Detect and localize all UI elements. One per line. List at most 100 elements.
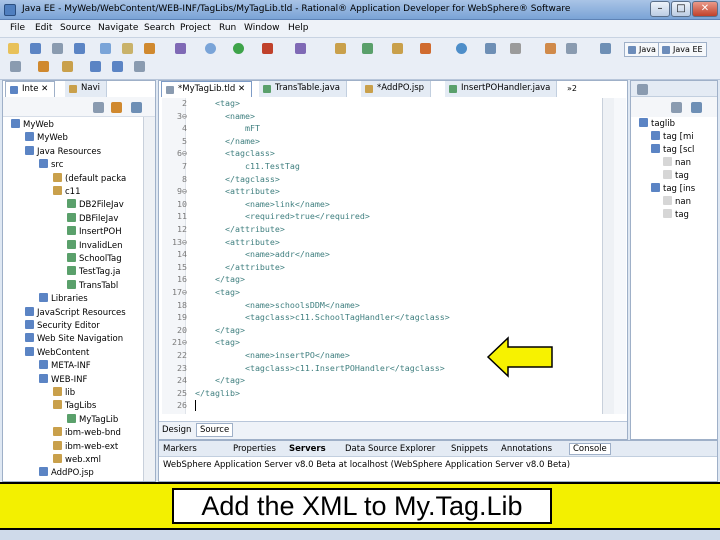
explorer-tree-item[interactable]: DBFileJav <box>67 212 118 226</box>
code-line[interactable]: 19 <tagclass>c11.SchoolTagHandler</tagcl… <box>163 311 613 324</box>
tab-data-source-explorer[interactable]: Data Source Explorer <box>345 444 435 454</box>
explorer-tree-item[interactable]: MyWeb <box>11 119 54 132</box>
tab-navigator[interactable]: Navi <box>65 81 107 97</box>
explorer-scrollbar[interactable] <box>143 117 155 481</box>
code-line[interactable]: 20 </tag> <box>163 324 613 337</box>
perspective-java[interactable]: Java <box>624 42 660 57</box>
code-line[interactable]: 13⊖ <attribute> <box>163 236 613 249</box>
tab-servers[interactable]: Servers <box>289 444 326 454</box>
outline-tree-item[interactable]: tag <box>663 209 689 222</box>
explorer-tree-item[interactable]: Web Site Navigation <box>25 333 123 346</box>
code-line[interactable]: 16 </tag> <box>163 273 613 286</box>
print-icon[interactable] <box>52 43 63 54</box>
menu-file[interactable]: File <box>10 23 25 33</box>
explorer-tree-item[interactable]: AddPO.jsp <box>39 467 94 480</box>
code-line[interactable]: 3⊖ <name> <box>163 110 613 123</box>
back-icon[interactable] <box>566 43 577 54</box>
code-line[interactable]: 11 <required>true</required> <box>163 210 613 223</box>
search-tool-icon[interactable] <box>420 43 431 54</box>
explorer-tree-item[interactable]: web.xml <box>53 454 101 467</box>
explorer-tree-item[interactable]: Libraries <box>39 293 88 306</box>
explorer-tree-item[interactable]: MyTagLib <box>67 413 118 427</box>
tab-transtable-java[interactable]: TransTable.java <box>259 81 347 97</box>
tab-annotations[interactable]: Annotations <box>501 444 552 454</box>
debug-server-icon[interactable] <box>100 43 111 54</box>
build-icon[interactable] <box>144 43 155 54</box>
code-line[interactable]: 25 </taglib> <box>163 387 613 400</box>
menu-navigate[interactable]: Navigate <box>98 23 138 33</box>
close-button[interactable]: ✕ <box>692 1 718 17</box>
explorer-tree-item[interactable]: TagLibs <box>53 400 96 413</box>
code-line[interactable]: 6⊖ <tagclass> <box>163 147 613 160</box>
new-class-icon[interactable] <box>362 43 373 54</box>
new-java-project-icon[interactable] <box>295 43 306 54</box>
tab-markers[interactable]: Markers <box>163 444 197 454</box>
open-perspective-icon[interactable] <box>600 43 611 54</box>
code-line[interactable]: 5 </name> <box>163 135 613 148</box>
new-icon[interactable] <box>8 43 19 54</box>
menu-source[interactable]: Source <box>60 23 91 33</box>
maximize-button[interactable]: □ <box>671 1 691 17</box>
code-line[interactable]: 7 c11.TestTag <box>163 160 613 173</box>
menu-help[interactable]: Help <box>288 23 309 33</box>
run-icon[interactable] <box>233 43 244 54</box>
outline-menu-icon[interactable] <box>691 102 702 113</box>
annotation-icon[interactable] <box>38 61 49 72</box>
explorer-tree-item[interactable]: DB2FileJav <box>67 199 124 212</box>
explorer-tree-item[interactable]: WEB-INF <box>39 373 87 387</box>
tab-console[interactable]: Console <box>569 443 611 455</box>
explorer-tree-item[interactable]: (default packa <box>53 172 126 186</box>
tab-design[interactable]: Design <box>162 425 191 435</box>
outline-tree-item[interactable]: tag <box>663 170 689 183</box>
explorer-tree-item[interactable]: META-INF <box>39 360 91 373</box>
code-line[interactable]: 12 </attribute> <box>163 223 613 236</box>
outline-tree-item[interactable]: nan <box>663 157 691 170</box>
nav-back-icon[interactable] <box>90 61 101 72</box>
grid-icon[interactable] <box>510 43 521 54</box>
collapse-all-icon[interactable] <box>93 102 104 113</box>
explorer-tree-item[interactable]: MyWeb <box>25 132 68 145</box>
server-icon[interactable] <box>74 43 85 54</box>
menu-run[interactable]: Run <box>219 23 236 33</box>
explorer-tree-item[interactable]: c11 <box>53 186 81 199</box>
outline-tree-item[interactable]: tag [ins <box>651 183 695 196</box>
last-edit-icon[interactable] <box>62 61 73 72</box>
explorer-tree-item[interactable]: InvalidLen <box>67 239 122 253</box>
save-icon[interactable] <box>30 43 41 54</box>
web-browser-icon[interactable] <box>456 43 467 54</box>
tab-insertpohandler-java[interactable]: InsertPOHandler.java <box>445 81 558 97</box>
minimize-button[interactable]: – <box>650 1 670 17</box>
explorer-tree-item[interactable]: TransTabl <box>67 279 118 293</box>
outline-tree-item[interactable]: tag [scl <box>651 144 694 157</box>
link-editor-icon[interactable] <box>111 102 122 113</box>
new-wizard-icon[interactable] <box>175 43 186 54</box>
tab-source[interactable]: Source <box>196 423 234 437</box>
code-line[interactable]: 4 mFT <box>163 122 613 135</box>
open-type-icon[interactable] <box>392 43 403 54</box>
outline-tree-item[interactable]: taglib <box>639 118 675 131</box>
explorer-tree-item[interactable]: lib <box>53 387 75 400</box>
code-line[interactable]: 15 </attribute> <box>163 261 613 274</box>
explorer-tree-item[interactable]: SchoolTag <box>67 253 122 266</box>
tab-properties[interactable]: Properties <box>233 444 276 454</box>
code-line[interactable]: 26 <box>163 399 613 412</box>
menu-search[interactable]: Search <box>144 23 175 33</box>
code-line[interactable]: 18 <name>schoolsDDM</name> <box>163 299 613 312</box>
explorer-tree-item[interactable]: InsertPOH <box>67 226 122 239</box>
tab-addpo-jsp[interactable]: *AddPO.jsp <box>361 81 432 97</box>
code-line[interactable]: 9⊖ <attribute> <box>163 185 613 198</box>
explorer-tree-item[interactable]: ibm-web-bnd <box>53 427 121 440</box>
code-line[interactable]: 17⊖ <tag> <box>163 286 613 299</box>
code-line[interactable]: 8 </tagclass> <box>163 173 613 186</box>
view-menu-icon[interactable] <box>131 102 142 113</box>
image-icon[interactable] <box>485 43 496 54</box>
perspective-java-ee[interactable]: Java EE <box>658 42 707 57</box>
menu-edit[interactable]: Edit <box>35 23 52 33</box>
editor-tab-overflow[interactable]: »2 <box>567 84 577 93</box>
nav-next-icon[interactable] <box>134 61 145 72</box>
explorer-tree-item[interactable]: TestTag.ja <box>67 266 120 279</box>
link-icon[interactable] <box>545 43 556 54</box>
nav-forward-icon[interactable] <box>112 61 123 72</box>
explorer-tree-item[interactable]: WebContent <box>25 346 89 360</box>
publish-icon[interactable] <box>122 43 133 54</box>
